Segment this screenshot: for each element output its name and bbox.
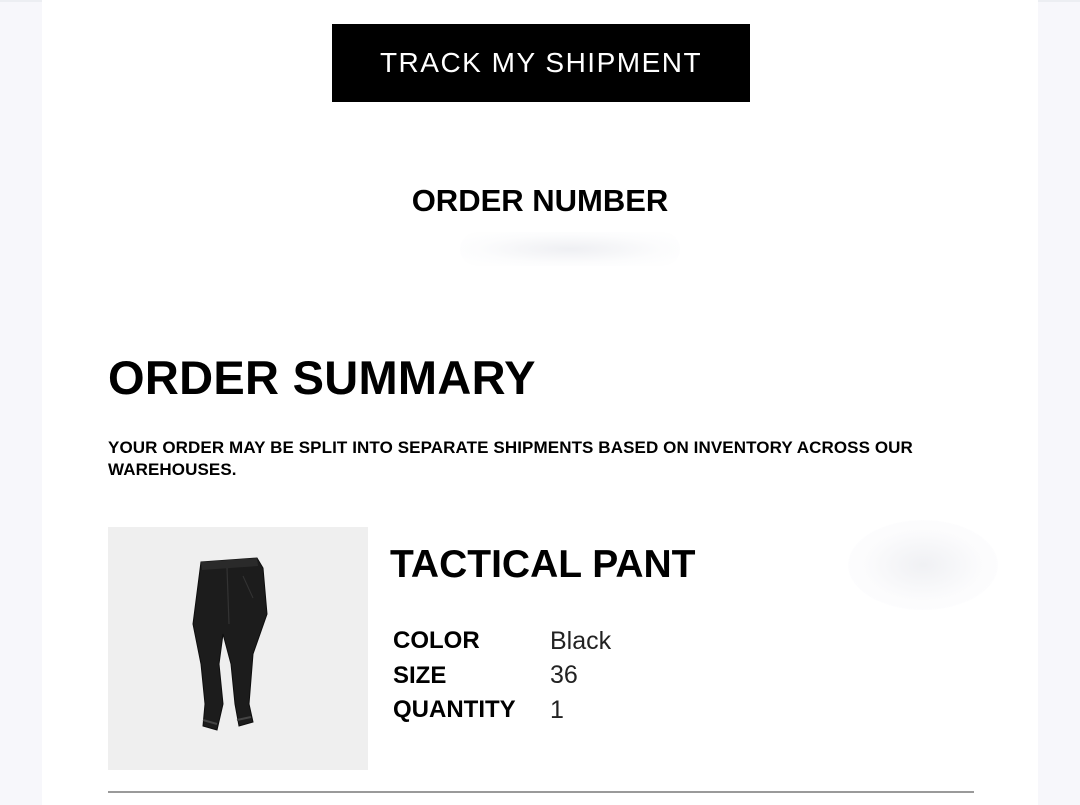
order-number-label: ORDER NUMBER	[411, 183, 669, 218]
color-label: COLOR	[393, 627, 480, 655]
product-image[interactable]	[108, 527, 368, 770]
size-value: 36	[550, 661, 578, 690]
track-shipment-button[interactable]: TRACK MY SHIPMENT	[332, 24, 750, 102]
pants-icon	[192, 556, 268, 731]
attribute-row-quantity: QUANTITY 1	[393, 693, 611, 728]
quantity-value: 1	[550, 695, 564, 724]
section-divider	[108, 791, 974, 793]
product-attributes: COLOR Black SIZE 36 QUANTITY 1	[393, 624, 611, 728]
attribute-row-color: COLOR Black	[393, 624, 611, 659]
split-shipment-note: YOUR ORDER MAY BE SPLIT INTO SEPARATE SH…	[108, 438, 913, 479]
quantity-label: QUANTITY	[393, 696, 516, 724]
order-number-redacted	[460, 232, 680, 266]
product-name: TACTICAL PANT	[390, 543, 696, 586]
size-label: SIZE	[393, 661, 447, 689]
color-value: Black	[550, 626, 612, 655]
attribute-row-size: SIZE 36	[393, 659, 611, 694]
redacted-area	[848, 520, 998, 610]
order-summary-title: ORDER SUMMARY	[108, 351, 536, 404]
